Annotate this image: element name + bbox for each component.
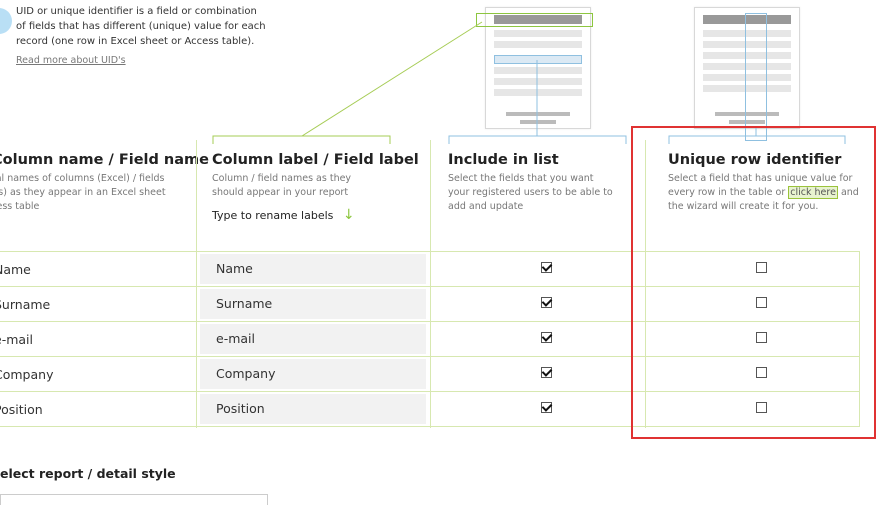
include-desc: Select the fields that you want your reg…	[448, 173, 613, 212]
field-name: Position	[0, 402, 43, 417]
label-desc: Column / field names as they should appe…	[212, 173, 352, 198]
report-style-title: Select report / detail style	[0, 466, 176, 481]
label-input[interactable]: Company	[200, 359, 426, 389]
label-header: Column label / Field label	[212, 152, 419, 168]
column-divider	[430, 140, 431, 428]
uid-description: UID or unique identifier is a field or c…	[16, 6, 266, 47]
label-input[interactable]: Name	[200, 254, 426, 284]
uid-column-highlight	[631, 126, 876, 439]
read-more-uid-link[interactable]: Read more about UID's	[16, 55, 126, 66]
include-header: Include in list	[448, 152, 559, 168]
rename-hint: Type to rename labels ↓	[212, 207, 355, 223]
include-checkbox[interactable]	[541, 402, 552, 413]
field-name-desc: Original names of columns (Excel) / fiel…	[0, 173, 166, 212]
column-divider	[196, 140, 197, 428]
label-input[interactable]: Position	[200, 394, 426, 424]
field-name: Surname	[0, 297, 51, 312]
label-input[interactable]: Surname	[200, 289, 426, 319]
field-name: Name	[0, 262, 31, 277]
report-style-select[interactable]	[0, 494, 268, 505]
info-icon	[0, 8, 12, 34]
include-checkbox[interactable]	[541, 262, 552, 273]
include-checkbox[interactable]	[541, 332, 552, 343]
field-name: Company	[0, 367, 54, 382]
rename-hint-text: Type to rename labels	[212, 209, 334, 222]
arrow-down-icon: ↓	[342, 207, 355, 223]
label-row-highlight	[476, 13, 593, 27]
label-input[interactable]: e-mail	[200, 324, 426, 354]
field-name-header: Column name / Field name	[0, 152, 209, 168]
sheet-illustration-column	[694, 7, 800, 141]
include-checkbox[interactable]	[541, 367, 552, 378]
field-name: e-mail	[0, 332, 33, 347]
include-checkbox[interactable]	[541, 297, 552, 308]
